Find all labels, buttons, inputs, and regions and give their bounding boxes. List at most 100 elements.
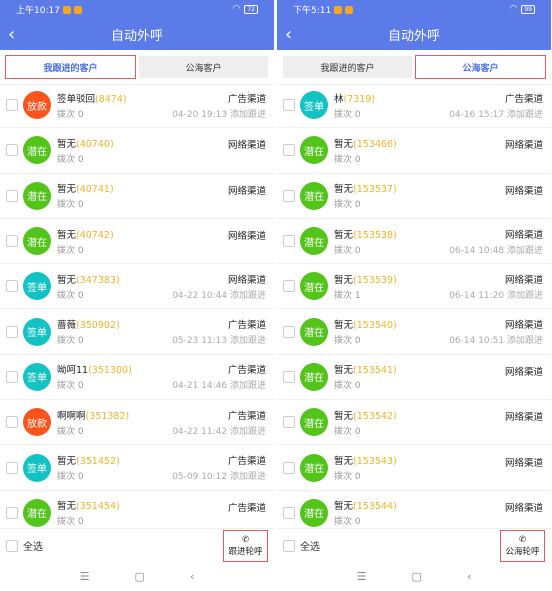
customer-id: (351382): [85, 410, 130, 422]
customer-id: (40741): [76, 184, 114, 196]
call-count: 拨次 0: [57, 109, 84, 120]
row-checkbox[interactable]: [6, 280, 18, 293]
back-icon[interactable]: ‹: [285, 24, 292, 45]
row-checkbox[interactable]: [6, 144, 18, 157]
status-avatar: 潜在: [300, 362, 328, 391]
row-checkbox[interactable]: [6, 370, 18, 383]
row-checkbox[interactable]: [6, 189, 18, 202]
list-item[interactable]: 潜在 暂无(153544) 拨次 0 网络渠道: [277, 491, 551, 528]
status-avatar: 签单: [23, 272, 51, 301]
list-item[interactable]: 潜在 暂无(40741) 拨次 0 网络渠道: [0, 174, 274, 219]
row-checkbox[interactable]: [283, 280, 295, 293]
back-nav-icon[interactable]: ‹: [467, 570, 471, 583]
list-item[interactable]: 潜在 暂无(153540) 拨次 0 网络渠道 06-14 10:51 添加跟进: [277, 309, 551, 355]
list-item[interactable]: 潜在 暂无(153537) 拨次 0 网络渠道: [277, 174, 551, 219]
phone-screen: 上午10:17 ◠ 72 ‹ 自动外呼 我跟进的客户 公海客户 放款 签单驳回(84…: [0, 0, 274, 591]
list-item[interactable]: 潜在 暂无(351454) 拨次 0 广告渠道: [0, 491, 274, 528]
channel: 广告渠道: [504, 93, 543, 105]
back-nav-icon[interactable]: ‹: [190, 570, 194, 583]
row-checkbox[interactable]: [283, 461, 295, 474]
status-avatar: 潜在: [23, 227, 51, 256]
list-item[interactable]: 签单 呦呵11(351300) 拨次 0 广告渠道 04-21 14:46 添加…: [0, 355, 274, 401]
call-count: 拨次 0: [57, 200, 84, 211]
list-item[interactable]: 潜在 暂无(153541) 拨次 0 网络渠道: [277, 355, 551, 401]
customer-name: 暂无: [57, 138, 77, 150]
call-count: 拨次 0: [57, 154, 84, 165]
channel: 网络渠道: [227, 185, 266, 197]
tab-my-customers[interactable]: 我跟进的客户: [5, 55, 136, 79]
menu-icon[interactable]: ☰: [80, 570, 90, 583]
list-item[interactable]: 潜在 暂无(153542) 拨次 0 网络渠道: [277, 400, 551, 446]
customer-list[interactable]: 签单 林(7319) 拨次 0 广告渠道 04-16 15:17 添加跟进 潜在…: [277, 83, 551, 528]
row-checkbox[interactable]: [283, 189, 295, 202]
phone-screen: 下午5:11 ◠ 99 ‹ 自动外呼 我跟进的客户 公海客户 签单 林(7319) …: [277, 0, 551, 591]
select-all-checkbox[interactable]: [6, 539, 18, 552]
round-call-button[interactable]: ✆ 公海轮呼: [500, 529, 545, 562]
select-all-checkbox[interactable]: [283, 539, 295, 552]
status-avatar: 潜在: [300, 227, 328, 256]
row-checkbox[interactable]: [283, 325, 295, 338]
row-checkbox[interactable]: [283, 99, 295, 112]
customer-name: 暂无: [334, 138, 354, 150]
row-checkbox[interactable]: [6, 235, 18, 248]
channel: 网络渠道: [504, 274, 543, 286]
status-bar: 上午10:17 ◠ 72: [0, 0, 274, 18]
list-item[interactable]: 潜在 暂无(40742) 拨次 0 网络渠道: [0, 219, 274, 265]
row-checkbox[interactable]: [283, 144, 295, 157]
status-avatar: 潜在: [300, 272, 328, 301]
list-item[interactable]: 潜在 暂无(153543) 拨次 0 网络渠道: [277, 445, 551, 491]
home-icon[interactable]: ▢: [135, 570, 145, 583]
followup-time: 06-14 11:20 添加跟进: [449, 290, 543, 301]
list-item[interactable]: 签单 暂无(347383) 拨次 0 网络渠道 04-22 10:44 添加跟进: [0, 264, 274, 310]
row-checkbox[interactable]: [6, 99, 18, 112]
tab-my-customers[interactable]: 我跟进的客户: [283, 56, 412, 78]
customer-name: 暂无: [334, 274, 354, 286]
round-call-label: 公海轮呼: [505, 546, 540, 557]
tab-public-customers[interactable]: 公海客户: [415, 55, 546, 79]
customer-id: (351454): [76, 501, 120, 513]
list-item[interactable]: 签单 蔷薇(350902) 拨次 0 广告渠道 05-23 11:13 添加跟进: [0, 309, 274, 355]
select-all[interactable]: 全选: [6, 538, 43, 553]
list-item[interactable]: 潜在 暂无(153539) 拨次 1 网络渠道 06-14 11:20 添加跟进: [277, 264, 551, 310]
customer-name: 蔷薇: [57, 320, 77, 332]
list-item[interactable]: 放款 啊啊啊(351382) 拨次 0 广告渠道 04-22 11:42 添加跟…: [0, 400, 274, 446]
list-item[interactable]: 签单 暂无(351452) 拨次 0 广告渠道 05-09 10:12 添加跟进: [0, 445, 274, 491]
row-checkbox[interactable]: [6, 506, 18, 519]
status-time: 下午5:11: [293, 5, 332, 16]
list-item[interactable]: 潜在 暂无(40740) 拨次 0 网络渠道: [0, 128, 274, 174]
customer-name: 暂无: [57, 274, 77, 286]
channel: 网络渠道: [504, 412, 543, 424]
menu-icon[interactable]: ☰: [357, 570, 367, 583]
followup-time: 06-14 10:51 添加跟进: [449, 336, 543, 347]
home-icon[interactable]: ▢: [412, 570, 422, 583]
call-count: 拨次 0: [334, 472, 361, 483]
row-checkbox[interactable]: [283, 506, 295, 519]
followup-time: [228, 153, 266, 163]
customer-id: (153543): [353, 456, 397, 468]
list-item[interactable]: 潜在 暂无(153538) 拨次 0 网络渠道 06-14 10:48 添加跟进: [277, 219, 551, 265]
list-item[interactable]: 签单 林(7319) 拨次 0 广告渠道 04-16 15:17 添加跟进: [277, 83, 551, 129]
row-checkbox[interactable]: [6, 461, 18, 474]
customer-name: 暂无: [57, 501, 77, 513]
tab-bar: 我跟进的客户 公海客户: [0, 50, 274, 85]
customer-list[interactable]: 放款 签单驳回(8474) 拨次 0 广告渠道 04-20 19:13 添加跟进…: [0, 83, 274, 528]
round-call-button[interactable]: ✆ 跟进轮呼: [223, 529, 268, 562]
status-avatar: 放款: [23, 91, 51, 120]
select-all[interactable]: 全选: [283, 538, 320, 553]
status-bar: 下午5:11 ◠ 99: [277, 0, 551, 18]
list-item[interactable]: 放款 签单驳回(8474) 拨次 0 广告渠道 04-20 19:13 添加跟进: [0, 83, 274, 129]
row-checkbox[interactable]: [283, 235, 295, 248]
customer-name: 暂无: [334, 501, 354, 513]
row-checkbox[interactable]: [6, 325, 18, 338]
call-count: 拨次 0: [334, 154, 361, 165]
followup-time: 04-22 10:44 添加跟进: [172, 290, 266, 301]
row-checkbox[interactable]: [283, 416, 295, 429]
customer-name: 暂无: [334, 229, 354, 241]
followup-time: [505, 516, 543, 526]
list-item[interactable]: 潜在 暂无(153466) 拨次 0 网络渠道: [277, 128, 551, 174]
row-checkbox[interactable]: [283, 370, 295, 383]
back-icon[interactable]: ‹: [8, 24, 15, 45]
status-avatar: 签单: [300, 91, 328, 120]
row-checkbox[interactable]: [6, 416, 18, 429]
tab-public-customers[interactable]: 公海客户: [139, 56, 268, 78]
